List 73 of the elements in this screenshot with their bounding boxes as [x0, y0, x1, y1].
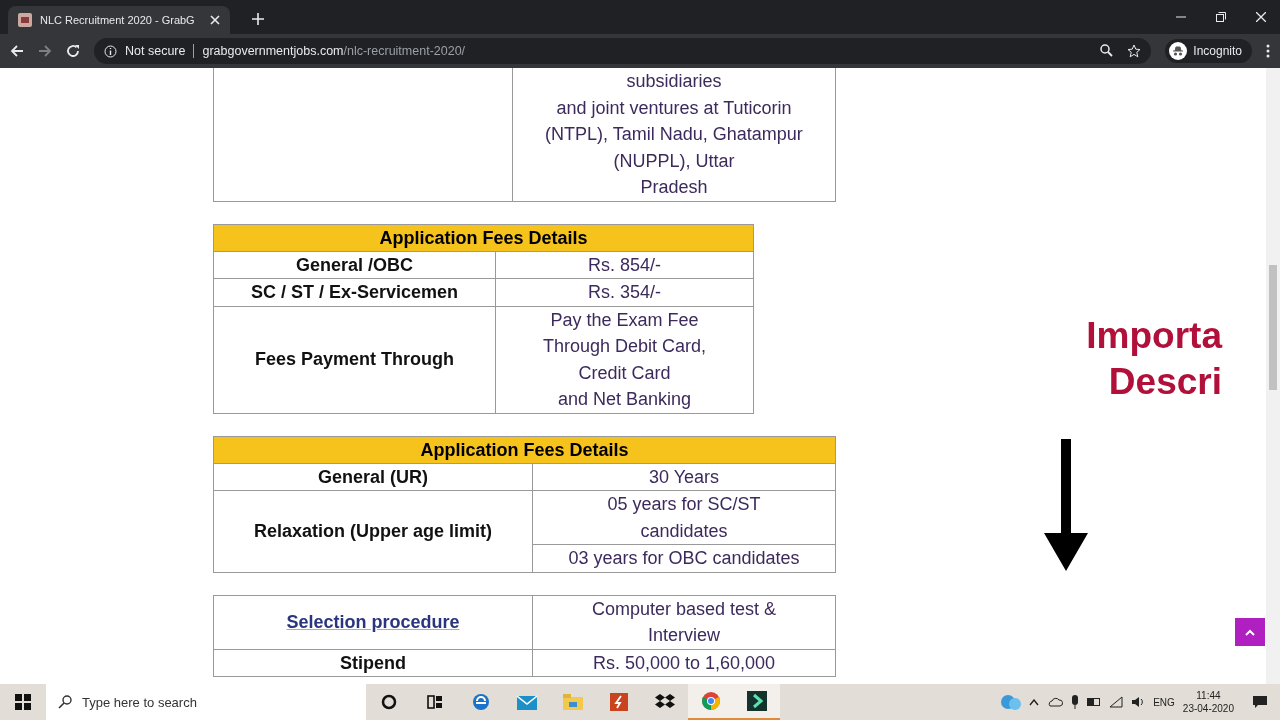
folder-icon[interactable] — [563, 694, 583, 710]
restore-icon[interactable] — [1216, 12, 1226, 22]
dropbox-icon[interactable] — [655, 693, 675, 711]
app-icon[interactable] — [610, 693, 628, 711]
table-cell-text: Credit Card — [577, 361, 672, 385]
forward-icon[interactable] — [38, 44, 52, 58]
new-tab-icon[interactable] — [252, 13, 264, 25]
scrollbar[interactable] — [1266, 68, 1280, 684]
speaker-icon[interactable] — [1131, 696, 1146, 708]
windows-start-icon[interactable] — [15, 694, 31, 710]
table-cell-text: Pradesh — [639, 176, 709, 199]
browser-tab[interactable]: NLC Recruitment 2020 - GrabG — [8, 6, 230, 34]
table-cell-text: 05 years for SC/ST — [606, 493, 762, 516]
table-cell-text: Pay the Exam Fee — [549, 308, 700, 332]
row-label: General /OBC — [295, 254, 413, 275]
table-cell-text: and Net Banking — [556, 388, 693, 411]
back-icon[interactable] — [10, 44, 24, 58]
site-favicon-icon — [18, 13, 32, 27]
section-heading: Descri — [1108, 360, 1222, 404]
media-player-icon[interactable] — [747, 691, 767, 711]
mail-icon[interactable] — [517, 694, 537, 710]
search-icon — [58, 695, 72, 709]
battery-icon[interactable] — [1087, 698, 1102, 706]
cortana-circle-icon[interactable] — [381, 694, 397, 710]
table-cell-text: Interview — [647, 624, 721, 647]
back-to-top-button[interactable] — [1235, 618, 1265, 646]
security-label: Not secure — [125, 44, 186, 58]
language-indicator[interactable]: ENG — [1153, 696, 1175, 708]
row-label: General (UR) — [318, 466, 428, 487]
table-cell-text: Through Debit Card, — [541, 335, 708, 358]
search-icon[interactable] — [1100, 44, 1114, 57]
chrome-icon[interactable] — [701, 691, 721, 711]
menu-icon[interactable] — [1266, 44, 1270, 58]
section-heading: Importa — [1086, 314, 1222, 358]
table-cell-text: Rs. 354/- — [587, 281, 662, 304]
table-cell-text: subsidiaries — [625, 70, 723, 93]
table-header: Application Fees Details — [213, 224, 754, 251]
row-label: Fees Payment Through — [254, 349, 454, 370]
close-icon[interactable] — [210, 15, 220, 25]
address-bar[interactable]: Not secure grabgovernmentjobs.com/nlc-recruitment-2020/ — [94, 38, 1152, 64]
wifi-icon[interactable] — [1109, 696, 1124, 708]
chevron-up-icon — [1245, 628, 1255, 636]
tab-title: NLC Recruitment 2020 - GrabG — [40, 14, 196, 26]
star-icon[interactable] — [1127, 44, 1142, 58]
table-cell-text: (NTPL), Tamil Nadu, Ghatampur — [544, 123, 804, 146]
table-cell-text: 03 years for OBC candidates — [567, 547, 801, 570]
task-view-icon[interactable] — [427, 695, 443, 709]
search-placeholder: Type here to search — [82, 694, 197, 710]
cloud-icon[interactable] — [1047, 697, 1064, 707]
microphone-icon[interactable] — [1071, 695, 1080, 709]
row-label: SC / ST / Ex-Servicemen — [250, 282, 459, 302]
table-cell-text: Rs. 854/- — [587, 253, 662, 277]
clock[interactable]: 11:44 23-04-2020 — [1182, 689, 1234, 715]
incognito-profile-button[interactable]: Incognito — [1165, 39, 1252, 63]
info-icon — [104, 44, 117, 58]
reload-icon[interactable] — [66, 44, 80, 58]
table-cell-text: (NUPPL), Uttar — [612, 149, 736, 173]
taskbar-search-field[interactable]: Type here to search — [46, 684, 366, 720]
table-cell-text: and joint ventures at Tuticorin — [555, 96, 793, 120]
down-arrow-icon — [1044, 439, 1088, 571]
table-cell-text: Rs. 50,000 to 1,60,000 — [591, 651, 777, 675]
incognito-icon — [1169, 42, 1188, 60]
edge-browser-icon[interactable] — [472, 693, 490, 711]
table-cell-text: 30 Years — [647, 465, 721, 489]
chevron-up-icon[interactable] — [1029, 698, 1040, 706]
table-header: Application Fees Details — [213, 436, 836, 463]
table-cell-text: candidates — [639, 519, 729, 543]
notification-icon[interactable] — [1252, 695, 1268, 709]
close-window-icon[interactable] — [1256, 12, 1266, 22]
table-cell-text: Computer based test & — [590, 597, 778, 621]
row-label: Relaxation (Upper age limit) — [253, 521, 492, 541]
url-text: grabgovernmentjobs.com/nlc-recruitment-2020/ — [202, 44, 466, 58]
row-label: Stipend — [340, 652, 406, 673]
